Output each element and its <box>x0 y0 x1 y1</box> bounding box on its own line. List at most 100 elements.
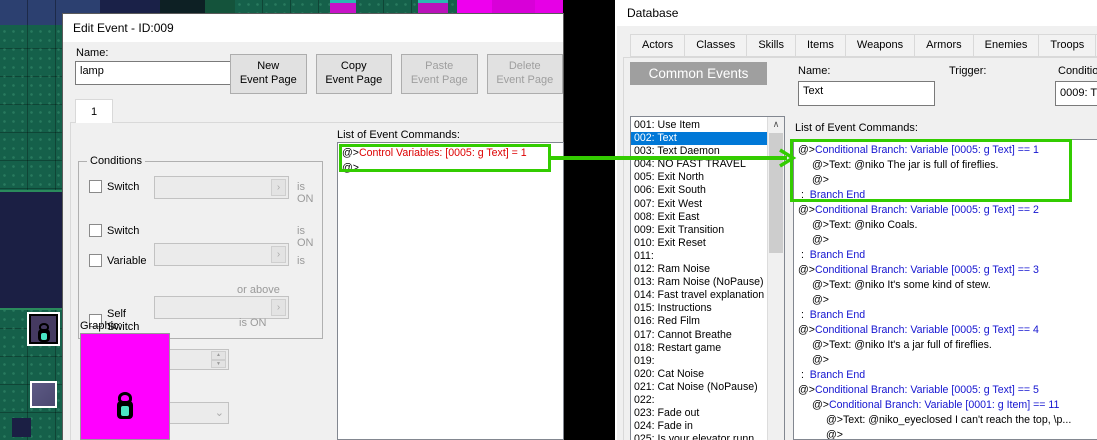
event-page-button[interactable]: Delete Event Page <box>487 54 564 94</box>
common-event-item[interactable]: 022: <box>631 394 767 407</box>
database-tab[interactable]: Enemies <box>973 34 1040 57</box>
common-event-item[interactable]: 023: Fade out <box>631 407 767 420</box>
map-strip <box>457 0 492 14</box>
command-line[interactable]: @>Conditional Branch: Variable [0005: g … <box>794 203 1097 218</box>
command-line[interactable]: @> <box>794 428 1097 440</box>
event-page-button[interactable]: Copy Event Page <box>316 54 393 94</box>
conditions-group: Conditions Switch › is ON Switch › is ON… <box>78 161 323 339</box>
common-event-item[interactable]: 007: Exit West <box>631 198 767 211</box>
lamp-sprite <box>38 323 50 342</box>
page-tab-1[interactable]: 1 <box>75 99 113 123</box>
switch1-input[interactable]: › <box>154 176 289 199</box>
database-tab[interactable]: Items <box>795 34 846 57</box>
command-line[interactable]: @> <box>338 161 563 176</box>
switch2-input[interactable]: › <box>154 243 289 266</box>
map-event-tile-box[interactable] <box>30 381 57 408</box>
common-event-item[interactable]: 019: <box>631 355 767 368</box>
ellipsis-icon[interactable]: › <box>271 246 286 263</box>
common-event-item[interactable]: 021: Cat Noise (NoPause) <box>631 381 767 394</box>
scrollbar-thumb[interactable] <box>769 133 783 253</box>
common-event-item[interactable]: 001: Use Item <box>631 119 767 132</box>
command-line[interactable]: @> <box>794 233 1097 248</box>
database-titlebar[interactable]: Database <box>617 0 1097 26</box>
common-event-item[interactable]: 014: Fast travel explanation <box>631 289 767 302</box>
ellipsis-icon[interactable]: › <box>271 299 286 316</box>
database-tab[interactable]: Classes <box>684 34 747 57</box>
common-event-item[interactable]: 008: Exit East <box>631 211 767 224</box>
command-line[interactable]: @>Conditional Branch: Variable [0005: g … <box>794 263 1097 278</box>
common-events-scrollbar[interactable]: ∧ <box>767 117 784 440</box>
edit-event-titlebar[interactable]: Edit Event - ID:009 <box>63 14 563 42</box>
common-event-item[interactable]: 002: Text <box>631 132 767 145</box>
command-line[interactable]: @> <box>794 353 1097 368</box>
command-line[interactable]: @>Control Variables: [0005: g Text] = 1 <box>338 146 563 161</box>
event-name-input[interactable]: lamp <box>75 61 232 85</box>
condition-label: Condition <box>1058 65 1097 77</box>
common-event-item[interactable]: 003: Text Daemon <box>631 145 767 158</box>
command-line[interactable]: @>Text: @niko Coals. <box>794 218 1097 233</box>
command-line[interactable]: @>Conditional Branch: Variable [0005: g … <box>794 383 1097 398</box>
database-tab[interactable]: Troops <box>1038 34 1096 57</box>
event-commands-list[interactable]: @>Control Variables: [0005: g Text] = 1 … <box>337 142 564 440</box>
map-strip <box>330 0 356 14</box>
database-tab[interactable]: Skills <box>746 34 796 57</box>
command-line[interactable]: : Branch End <box>794 368 1097 383</box>
variable-checkbox[interactable] <box>89 254 102 267</box>
switch1-checkbox[interactable] <box>89 180 102 193</box>
screenshot-stage: Edit Event - ID:009 Name: lamp New Event… <box>0 0 1097 440</box>
map-event-lamp-box[interactable] <box>27 312 60 346</box>
name-label: Name: <box>76 47 108 59</box>
common-event-name-input[interactable]: Text <box>798 81 935 106</box>
common-event-item[interactable]: 018: Restart game <box>631 342 767 355</box>
database-tab[interactable]: Weapons <box>845 34 915 57</box>
common-event-item[interactable]: 010: Exit Reset <box>631 237 767 250</box>
graphic-preview[interactable] <box>80 333 170 440</box>
map-strip <box>160 0 205 14</box>
common-event-item[interactable]: 013: Ram Noise (NoPause) <box>631 276 767 289</box>
common-events-list[interactable]: 001: Use Item002: Text003: Text Daemon00… <box>630 116 785 440</box>
command-line[interactable]: @>Conditional Branch: Variable [0005: g … <box>794 323 1097 338</box>
map-pit-band <box>0 190 63 310</box>
common-event-item[interactable]: 020: Cat Noise <box>631 368 767 381</box>
event-page-button[interactable]: Paste Event Page <box>401 54 478 94</box>
command-line[interactable]: @>Text: @niko_eyeclosed I can't reach th… <box>794 413 1097 428</box>
map-strip <box>235 0 330 14</box>
command-line[interactable]: : Branch End <box>794 248 1097 263</box>
conditions-title: Conditions <box>87 155 145 167</box>
command-line[interactable]: @> <box>794 293 1097 308</box>
common-event-item[interactable]: 012: Ram Noise <box>631 263 767 276</box>
command-line[interactable]: @>Conditional Branch: Variable [0001: g … <box>794 398 1097 413</box>
common-event-item[interactable]: 015: Instructions <box>631 302 767 315</box>
variable-input[interactable]: › <box>154 296 289 319</box>
common-event-item[interactable]: 024: Fade in <box>631 420 767 433</box>
scroll-up-icon[interactable]: ∧ <box>768 117 784 132</box>
event-page-button[interactable]: New Event Page <box>230 54 307 94</box>
condition-switch-input[interactable]: 0009: TE <box>1055 81 1097 106</box>
command-line[interactable]: @>Text: @niko It's a jar full of firefli… <box>794 338 1097 353</box>
command-line[interactable]: : Branch End <box>794 308 1097 323</box>
common-event-item[interactable]: 025: Is your elevator runn <box>631 433 767 440</box>
spin-up-icon[interactable]: ▲ <box>211 351 226 360</box>
common-event-item[interactable]: 004: NO FAST TRAVEL <box>631 158 767 171</box>
event-commands-list[interactable]: @>Conditional Branch: Variable [0005: g … <box>793 139 1097 440</box>
ellipsis-icon[interactable]: › <box>271 179 286 196</box>
switch2-checkbox[interactable] <box>89 224 102 237</box>
command-line[interactable]: @> <box>794 173 1097 188</box>
command-line[interactable]: @>Text: @niko The jar is full of firefli… <box>794 158 1097 173</box>
map-dark-tile <box>12 418 31 437</box>
commands-label: List of Event Commands: <box>795 122 918 134</box>
database-tab[interactable]: Actors <box>630 34 685 57</box>
command-line[interactable]: : Branch End <box>794 188 1097 203</box>
map-strip <box>492 0 563 14</box>
common-event-item[interactable]: 016: Red Film <box>631 315 767 328</box>
command-line[interactable]: @>Text: @niko It's some kind of stew. <box>794 278 1097 293</box>
database-window: Database ActorsClassesSkillsItemsWeapons… <box>615 0 1097 440</box>
common-event-item[interactable]: 005: Exit North <box>631 171 767 184</box>
command-line[interactable]: @>Conditional Branch: Variable [0005: g … <box>794 143 1097 158</box>
common-event-item[interactable]: 006: Exit South <box>631 184 767 197</box>
common-event-item[interactable]: 017: Cannot Breathe <box>631 329 767 342</box>
common-event-item[interactable]: 011: <box>631 250 767 263</box>
database-tab[interactable]: Armors <box>914 34 973 57</box>
common-event-item[interactable]: 009: Exit Transition <box>631 224 767 237</box>
spin-down-icon[interactable]: ▼ <box>211 360 226 369</box>
